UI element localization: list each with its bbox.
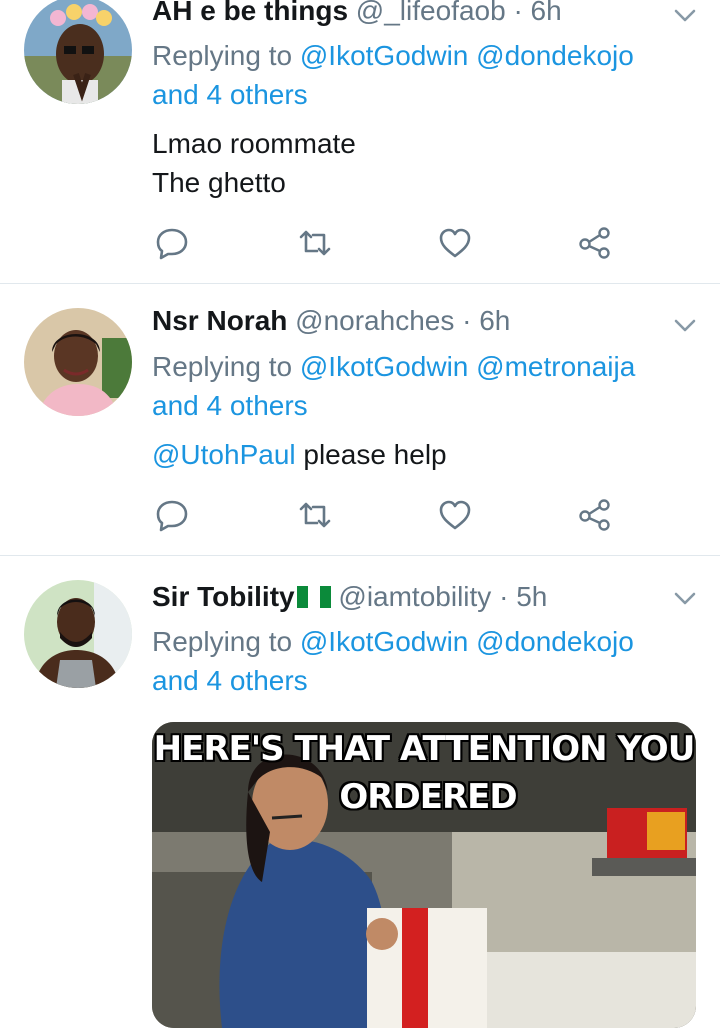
timestamp[interactable]: 6h (531, 0, 562, 26)
reply-icon[interactable] (154, 497, 190, 533)
others-link[interactable]: and 4 others (152, 79, 308, 110)
like-icon[interactable] (437, 497, 473, 533)
replying-to: Replying to @IkotGodwin @dondekojo and 4… (152, 622, 692, 700)
tweet-text: Lmao roommate The ghetto (152, 124, 692, 202)
timestamp[interactable]: 5h (516, 581, 547, 612)
reply-feed: AH e be things @_lifeofaob · 6h Replying… (0, 0, 720, 1028)
tweet-header: Nsr Norah @norahches · 6h (152, 304, 650, 338)
mention-link[interactable]: @IkotGodwin (300, 40, 469, 71)
reply-icon[interactable] (154, 225, 190, 261)
handle[interactable]: @norahches (295, 305, 454, 336)
separator: · (513, 0, 523, 26)
like-icon[interactable] (437, 225, 473, 261)
nigeria-flag-icon (296, 586, 331, 608)
mention-link[interactable]: @IkotGodwin (300, 626, 469, 657)
tweet-header: AH e be things @_lifeofaob · 6h (152, 0, 650, 28)
replying-label: Replying to (152, 40, 300, 71)
mention-link[interactable]: @dondekojo (476, 40, 634, 71)
others-link[interactable]: and 4 others (152, 665, 308, 696)
avatar[interactable] (24, 0, 132, 104)
tweet-text-line: Lmao roommate (152, 128, 356, 159)
tweet-text-line: please help (295, 439, 447, 470)
tweet-item[interactable]: Nsr Norah @norahches · 6h Replying to @I… (0, 284, 720, 555)
tweet-media-image[interactable]: HERE'S THAT ATTENTION YOU ORDERED (152, 722, 696, 1028)
tweet-item[interactable]: AH e be things @_lifeofaob · 6h Replying… (0, 0, 720, 283)
avatar[interactable] (24, 580, 132, 688)
mention-link[interactable]: @metronaija (476, 351, 635, 382)
share-icon[interactable] (577, 225, 613, 261)
mention-link[interactable]: @UtohPaul (152, 439, 296, 470)
replying-to: Replying to @IkotGodwin @metronaija and … (152, 347, 692, 425)
chevron-down-icon[interactable] (670, 310, 700, 340)
others-link[interactable]: and 4 others (152, 390, 308, 421)
tweet-actions (152, 497, 622, 533)
display-name[interactable]: Nsr Norah (152, 305, 287, 336)
chevron-down-icon[interactable] (670, 0, 700, 30)
tweet-text-line: The ghetto (152, 167, 286, 198)
tweet-actions (152, 225, 622, 261)
mention-link[interactable]: @IkotGodwin (300, 351, 469, 382)
tweet-header: Sir Tobility @iamtobility · 5h (152, 580, 650, 614)
replying-label: Replying to (152, 351, 300, 382)
meme-caption-line: HERE'S THAT ATTENTION YOU (153, 729, 696, 769)
chevron-down-icon[interactable] (670, 583, 700, 613)
handle[interactable]: @iamtobility (338, 581, 491, 612)
avatar[interactable] (24, 308, 132, 416)
separator: · (462, 305, 472, 336)
handle[interactable]: @_lifeofaob (356, 0, 506, 26)
retweet-icon[interactable] (297, 497, 333, 533)
mention-link[interactable]: @dondekojo (476, 626, 634, 657)
display-name[interactable]: Sir Tobility (152, 581, 295, 612)
separator: · (499, 581, 509, 612)
replying-to: Replying to @IkotGodwin @dondekojo and 4… (152, 36, 692, 114)
timestamp[interactable]: 6h (479, 305, 510, 336)
replying-label: Replying to (152, 626, 300, 657)
meme-caption-line: ORDERED (339, 777, 517, 817)
display-name[interactable]: AH e be things (152, 0, 348, 26)
tweet-text: @UtohPaul please help (152, 435, 692, 474)
retweet-icon[interactable] (297, 225, 333, 261)
share-icon[interactable] (577, 497, 613, 533)
